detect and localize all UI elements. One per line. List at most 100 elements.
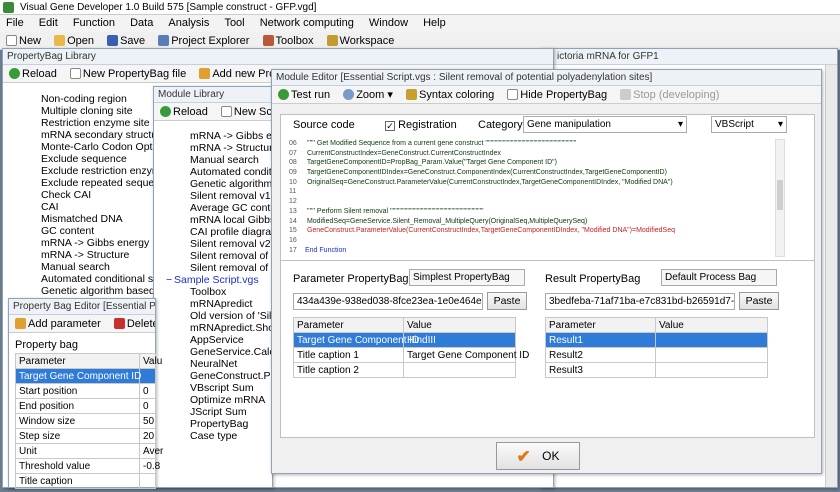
sample-script-item[interactable]: VBscript Sum — [190, 382, 272, 394]
module-tree-item[interactable]: Average GC content — [190, 202, 272, 214]
language-select[interactable]: VBScript ▾ — [711, 116, 787, 133]
row-value[interactable] — [139, 473, 156, 489]
menu-edit[interactable]: Edit — [39, 17, 58, 29]
module-tree-item[interactable]: Silent removal v1 — [190, 190, 272, 202]
propertybag-tree-item[interactable]: GC content — [41, 225, 159, 237]
propertybag-tree-item[interactable]: CAI — [41, 201, 159, 213]
sample-script-item[interactable]: mRNApredict.ShowS — [190, 322, 272, 334]
propertybag-tree-item[interactable]: Exclude restriction enzyme si — [41, 165, 159, 177]
parameter-paste-button[interactable]: Paste — [487, 292, 527, 310]
propertybag-tree-item[interactable]: Manual search — [41, 261, 159, 273]
zoom-button[interactable]: Zoom ▾ — [341, 86, 395, 104]
module-tree-item[interactable]: CAI profile diagram — [190, 226, 272, 238]
row-value[interactable] — [655, 332, 768, 348]
table-row[interactable]: Title caption — [15, 473, 156, 489]
add-parameter-button[interactable]: Add parameter — [13, 315, 103, 332]
menu-data[interactable]: Data — [130, 17, 153, 29]
row-value[interactable]: 20 — [139, 428, 156, 444]
table-row[interactable]: Unit Aver — [15, 443, 163, 459]
gene-window-scrollbar[interactable] — [825, 65, 837, 487]
ml-reload-button[interactable]: Reload — [158, 103, 210, 120]
table-row[interactable]: Result2 — [545, 347, 768, 363]
table-row[interactable]: Step size 20 — [15, 428, 156, 444]
menu-function[interactable]: Function — [73, 17, 115, 29]
propertybag-tree-item[interactable]: Genetic algorithm based sea — [41, 285, 159, 297]
hide-propertybag-button[interactable]: Hide PropertyBag — [505, 86, 609, 104]
propertybag-tree-item[interactable]: Automated conditional searc — [41, 273, 159, 285]
propertybag-tree-item[interactable]: Monte-Carlo Codon Optimiza — [41, 141, 159, 153]
test-run-button[interactable]: Test run — [276, 86, 332, 104]
row-value[interactable]: Aver — [139, 443, 163, 459]
table-row[interactable]: Result1 — [545, 332, 768, 348]
table-row[interactable]: Target Gene Component ID HindIII — [293, 332, 516, 348]
result-paste-button[interactable]: Paste — [739, 292, 779, 310]
code-scrollbar[interactable] — [775, 139, 785, 257]
sample-script-item[interactable]: Old version of 'Silent — [190, 310, 272, 322]
propertybag-tree-item[interactable]: Exclude repeated sequence — [41, 177, 159, 189]
table-row[interactable]: Window size 50 — [15, 413, 156, 429]
table-row[interactable]: Title caption 2 — [293, 362, 516, 378]
delete-parameter-button[interactable]: Delete para — [112, 315, 155, 332]
sample-script-item[interactable]: PropertyBag — [190, 418, 272, 430]
module-tree-item[interactable]: Silent removal of pot — [190, 262, 272, 274]
table-row[interactable]: Threshold value -0.8 — [15, 458, 160, 474]
propertybag-tree-item[interactable]: mRNA secondary structure re — [41, 129, 159, 141]
code-editor[interactable]: 06 '''''' Get Modified Sequence from a c… — [289, 139, 769, 257]
row-value[interactable] — [139, 368, 156, 384]
sample-script-item[interactable]: Case type — [190, 430, 272, 442]
menu-tool[interactable]: Tool — [224, 17, 244, 29]
module-tree-item[interactable]: mRNA -> Structure — [190, 142, 272, 154]
registration-checkbox[interactable]: ✓ Registration — [385, 119, 457, 131]
menu-window[interactable]: Window — [369, 17, 408, 29]
table-row[interactable]: Result3 — [545, 362, 768, 378]
sample-script-item[interactable]: NeuralNet — [190, 358, 272, 370]
module-tree-item[interactable]: Manual search — [190, 154, 272, 166]
sample-script-item[interactable]: GeneService.Calcul — [190, 346, 272, 358]
propertybag-tree-item[interactable]: mRNA -> Structure — [41, 249, 159, 261]
menu-analysis[interactable]: Analysis — [168, 17, 209, 29]
sample-script-item[interactable]: GeneConstruct.Para — [190, 370, 272, 382]
table-row[interactable]: Title caption 1 Target Gene Component ID — [293, 347, 529, 363]
module-tree-item[interactable]: mRNA local Gibbs e — [190, 214, 272, 226]
propertybag-tree-item[interactable]: Restriction enzyme site — [41, 117, 159, 129]
sample-script-item[interactable]: AppService — [190, 334, 272, 346]
row-value[interactable]: HindIII — [403, 332, 516, 348]
sample-script-folder[interactable]: − Sample Script.vgs — [166, 274, 272, 286]
table-row[interactable]: Target Gene Component ID — [15, 368, 156, 384]
row-value[interactable] — [403, 362, 516, 378]
new-propertybag-file-button[interactable]: New PropertyBag file — [68, 65, 188, 83]
row-value[interactable]: 0 — [139, 398, 156, 414]
propertybag-tree-item[interactable]: mRNA -> Gibbs energy — [41, 237, 159, 249]
sample-script-item[interactable]: JScript Sum — [190, 406, 272, 418]
result-guid-field[interactable]: 3bedfeba-71af71ba-e7c831bd-b26591d7-5eP9… — [545, 293, 735, 310]
sample-script-item[interactable]: Optimize mRNA — [190, 394, 272, 406]
row-value[interactable]: 0 — [139, 383, 156, 399]
pb-reload-button[interactable]: Reload — [7, 65, 59, 83]
propertybag-tree-item[interactable]: Mismatched DNA — [41, 213, 159, 225]
row-value[interactable]: 50 — [139, 413, 156, 429]
menu-help[interactable]: Help — [423, 17, 446, 29]
parameter-guid-field[interactable]: 434a439e-938ed038-8fce23ea-1e0e464e-AGcC — [293, 293, 483, 310]
menu-file[interactable]: File — [6, 17, 24, 29]
row-value[interactable] — [655, 362, 768, 378]
menu-network[interactable]: Network computing — [260, 17, 354, 29]
code-scroll-thumb[interactable] — [777, 180, 783, 210]
module-tree-item[interactable]: Genetic algorithm ba — [190, 178, 272, 190]
propertybag-tree-item[interactable]: Multiple cloning site — [41, 105, 159, 117]
row-value[interactable] — [655, 347, 768, 363]
sample-script-item[interactable]: Toolbox — [190, 286, 272, 298]
propertybag-tree-item[interactable]: Check CAI — [41, 189, 159, 201]
module-tree-item[interactable]: Automated condition — [190, 166, 272, 178]
row-value[interactable]: -0.8 — [139, 458, 160, 474]
module-tree-item[interactable]: Silent removal v2 — [190, 238, 272, 250]
module-tree-item[interactable]: mRNA -> Gibbs ene — [190, 130, 272, 142]
row-value[interactable]: Target Gene Component ID — [403, 347, 529, 363]
table-row[interactable]: End position 0 — [15, 398, 156, 414]
sample-script-item[interactable]: mRNApredict — [190, 298, 272, 310]
ok-button[interactable]: ✔ OK — [496, 442, 580, 470]
propertybag-tree-item[interactable]: Non-coding region — [41, 93, 159, 105]
syntax-coloring-button[interactable]: Syntax coloring — [404, 86, 496, 104]
new-script-button[interactable]: New Script — [219, 103, 272, 120]
category-select[interactable]: Gene manipulation ▾ — [523, 116, 687, 133]
module-tree-item[interactable]: Silent removal of pot — [190, 250, 272, 262]
